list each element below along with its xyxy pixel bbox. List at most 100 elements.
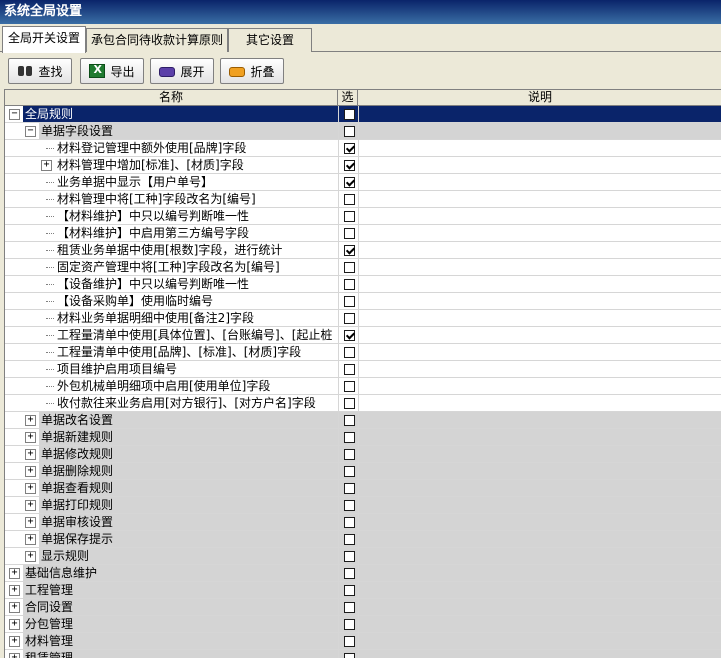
tree-row[interactable]: 【材料维护】中启用第三方编号字段 (5, 225, 721, 242)
row-checkbox[interactable] (344, 364, 355, 375)
row-checkbox[interactable] (344, 500, 355, 511)
tree-row[interactable]: + 材料管理 (5, 633, 721, 650)
expand-node-icon[interactable]: + (25, 466, 36, 477)
row-checkbox[interactable] (344, 126, 355, 137)
tree-row[interactable]: + 显示规则 (5, 548, 721, 565)
toolbar: 查找 导出 展开 折叠 (0, 53, 721, 89)
export-button[interactable]: 导出 (80, 58, 144, 84)
tree-row[interactable]: + 单据新建规则 (5, 429, 721, 446)
tree-row[interactable]: + 单据改名设置 (5, 412, 721, 429)
expand-node-icon[interactable]: + (25, 483, 36, 494)
row-checkbox[interactable] (344, 619, 355, 630)
expand-node-icon[interactable]: + (25, 500, 36, 511)
row-checkbox[interactable] (344, 381, 355, 392)
row-checkbox[interactable] (344, 432, 355, 443)
tree-row[interactable]: 固定资产管理中将[工种]字段改名为[编号] (5, 259, 721, 276)
row-checkbox[interactable] (344, 415, 355, 426)
tree-row[interactable]: 外包机械单明细项中启用[使用单位]字段 (5, 378, 721, 395)
tree-row[interactable]: + 分包管理 (5, 616, 721, 633)
tree-row[interactable]: + 材料管理中增加[标准]、[材质]字段 (5, 157, 721, 174)
row-checkbox[interactable] (344, 347, 355, 358)
tree-row-label: 业务单据中显示【用户单号】 (57, 175, 214, 189)
expand-node-icon[interactable]: + (9, 619, 20, 630)
collapse-button-label: 折叠 (250, 64, 275, 79)
expand-node-icon[interactable]: + (9, 602, 20, 613)
tree-connector-line (46, 148, 54, 149)
tree-row[interactable]: + 单据修改规则 (5, 446, 721, 463)
tree-row[interactable]: − 全局规则 (5, 106, 721, 123)
row-checkbox[interactable] (344, 398, 355, 409)
column-header-select[interactable]: 选 (338, 90, 358, 106)
tree-row[interactable]: + 单据删除规则 (5, 463, 721, 480)
row-checkbox[interactable] (344, 449, 355, 460)
expand-node-icon[interactable]: + (25, 534, 36, 545)
tree-row[interactable]: 【材料维护】中只以编号判断唯一性 (5, 208, 721, 225)
tree-connector-line (46, 301, 54, 302)
expand-node-icon[interactable]: + (9, 653, 20, 658)
expand-node-icon[interactable]: + (9, 585, 20, 596)
tree-row[interactable]: − 单据字段设置 (5, 123, 721, 140)
row-checkbox[interactable] (344, 517, 355, 528)
row-checkbox[interactable] (344, 296, 355, 307)
tree-row-label: 单据删除规则 (39, 463, 116, 479)
tab-other-settings[interactable]: 其它设置 (228, 28, 312, 52)
row-checkbox[interactable] (344, 483, 355, 494)
row-checkbox[interactable] (344, 279, 355, 290)
tree-row[interactable]: 材料业务单据明细中使用[备注2]字段 (5, 310, 721, 327)
expand-node-icon[interactable]: + (9, 636, 20, 647)
row-checkbox[interactable] (344, 109, 355, 120)
expand-node-icon[interactable]: + (25, 517, 36, 528)
tree-row[interactable]: + 基础信息维护 (5, 565, 721, 582)
tree-row[interactable]: + 单据审核设置 (5, 514, 721, 531)
tree-row[interactable]: 材料管理中将[工种]字段改名为[编号] (5, 191, 721, 208)
expand-node-icon[interactable]: + (25, 449, 36, 460)
collapse-node-icon[interactable]: − (9, 109, 20, 120)
row-checkbox[interactable] (344, 568, 355, 579)
row-checkbox[interactable] (344, 262, 355, 273)
row-checkbox[interactable] (344, 602, 355, 613)
tree-row[interactable]: 租赁业务单据中使用[根数]字段，进行统计 (5, 242, 721, 259)
column-header-name[interactable]: 名称 (5, 90, 338, 106)
tree-row[interactable]: + 单据打印规则 (5, 497, 721, 514)
tree-row[interactable]: 材料登记管理中额外使用[品牌]字段 (5, 140, 721, 157)
tree-row[interactable]: 收付款往来业务启用[对方银行]、[对方户名]字段 (5, 395, 721, 412)
row-checkbox[interactable] (344, 636, 355, 647)
tree-row[interactable]: 业务单据中显示【用户单号】 (5, 174, 721, 191)
tab-contract-receivable-rules[interactable]: 承包合同待收款计算原则 (86, 28, 228, 52)
tree-row[interactable]: + 工程管理 (5, 582, 721, 599)
tree-row[interactable]: + 单据查看规则 (5, 480, 721, 497)
row-checkbox[interactable] (344, 177, 355, 188)
row-checkbox[interactable] (344, 194, 355, 205)
collapse-node-icon[interactable]: − (25, 126, 36, 137)
tree-row[interactable]: 项目维护启用项目编号 (5, 361, 721, 378)
row-checkbox[interactable] (344, 143, 355, 154)
row-checkbox[interactable] (344, 330, 355, 341)
tree-row[interactable]: 【设备采购单】使用临时编号 (5, 293, 721, 310)
expand-node-icon[interactable]: + (9, 568, 20, 579)
tree-row[interactable]: + 合同设置 (5, 599, 721, 616)
row-checkbox[interactable] (344, 585, 355, 596)
row-checkbox[interactable] (344, 211, 355, 222)
expand-node-icon[interactable]: + (41, 160, 52, 171)
row-checkbox[interactable] (344, 160, 355, 171)
row-checkbox[interactable] (344, 551, 355, 562)
expand-node-icon[interactable]: + (25, 415, 36, 426)
tree-row[interactable]: 【设备维护】中只以编号判断唯一性 (5, 276, 721, 293)
tab-global-switches[interactable]: 全局开关设置 (2, 26, 86, 53)
row-checkbox[interactable] (344, 245, 355, 256)
tree-row[interactable]: + 租赁管理 (5, 650, 721, 658)
expand-node-icon[interactable]: + (25, 432, 36, 443)
row-checkbox[interactable] (344, 534, 355, 545)
collapse-button[interactable]: 折叠 (220, 58, 284, 84)
tree-row[interactable]: 工程量清单中使用[品牌]、[标准]、[材质]字段 (5, 344, 721, 361)
row-checkbox[interactable] (344, 653, 355, 658)
column-header-description[interactable]: 说明 (358, 90, 721, 106)
tree-row[interactable]: 工程量清单中使用[具体位置]、[台账编号]、[起止桩 (5, 327, 721, 344)
row-checkbox[interactable] (344, 466, 355, 477)
expand-node-icon[interactable]: + (25, 551, 36, 562)
row-checkbox[interactable] (344, 228, 355, 239)
expand-button[interactable]: 展开 (150, 58, 214, 84)
find-button[interactable]: 查找 (8, 58, 72, 84)
row-checkbox[interactable] (344, 313, 355, 324)
tree-row[interactable]: + 单据保存提示 (5, 531, 721, 548)
